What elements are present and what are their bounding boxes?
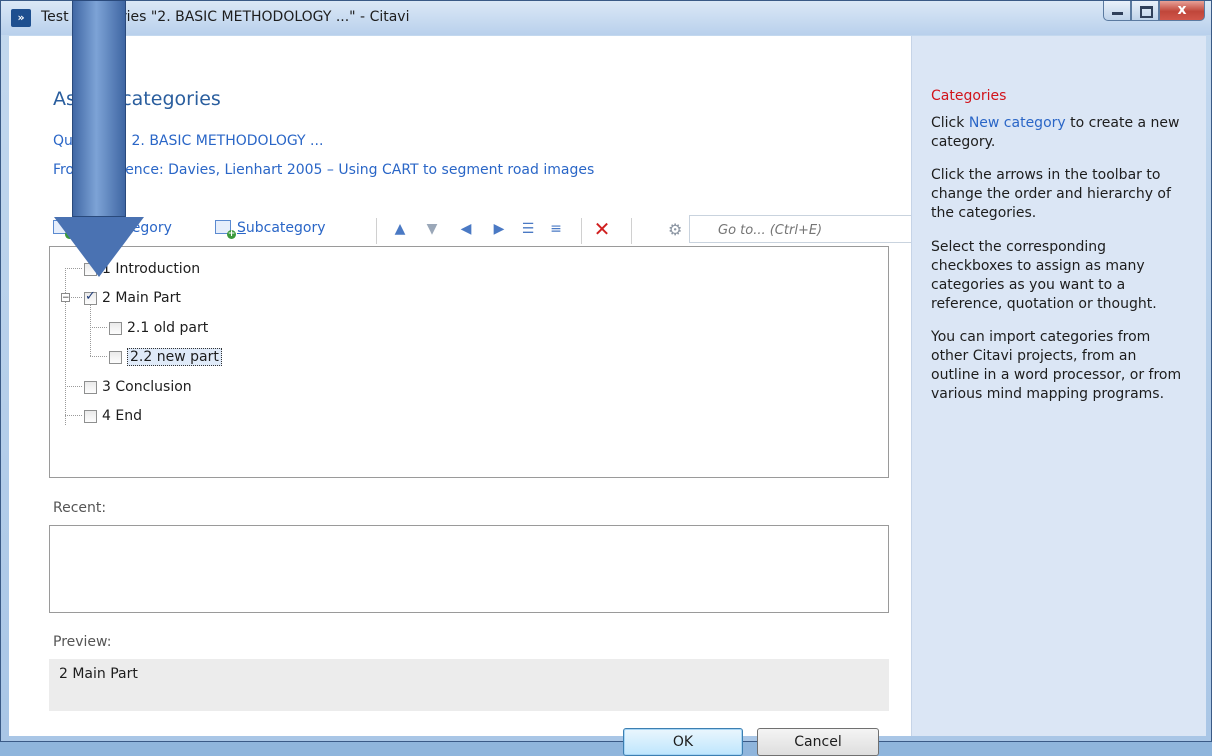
goto-input[interactable] bbox=[716, 217, 920, 243]
recent-label: Recent: bbox=[53, 500, 107, 516]
close-button[interactable]: x bbox=[1159, 1, 1205, 21]
tree-item-checkbox[interactable] bbox=[109, 321, 122, 335]
help-new-category-link[interactable]: New category bbox=[969, 115, 1066, 131]
tree-item-end[interactable]: 4 End bbox=[84, 405, 142, 427]
help-paragraph-new-category: Click New category to create a new categ… bbox=[931, 114, 1186, 152]
toolbar-separator bbox=[581, 218, 582, 244]
tree-connector bbox=[90, 305, 91, 356]
annotation-arrow-shaft bbox=[72, 0, 126, 217]
reference-link[interactable]: From reference: Davies, Lienhart 2005 – … bbox=[53, 162, 594, 178]
toolbar-separator bbox=[376, 218, 377, 244]
annotation-arrow-head bbox=[54, 217, 144, 277]
recent-list[interactable] bbox=[49, 525, 889, 613]
help-panel: Categories Click New category to create … bbox=[911, 36, 1206, 736]
tree-item-label: 2 Main Part bbox=[102, 290, 181, 306]
cancel-button[interactable]: Cancel bbox=[757, 728, 879, 756]
category-tree[interactable]: − 1 Introduction 2 Main Part 2.1 old par… bbox=[49, 246, 889, 478]
collapse-all-icon[interactable]: ≡ bbox=[547, 220, 565, 238]
toolbar-separator bbox=[631, 218, 632, 244]
tree-connector bbox=[65, 268, 66, 425]
minimize-icon bbox=[1112, 12, 1123, 15]
tree-item-checkbox[interactable] bbox=[84, 380, 97, 394]
collapse-toggle[interactable]: − bbox=[61, 293, 70, 303]
delete-icon[interactable]: ✕ bbox=[593, 219, 611, 239]
subcategory-label: ubcategory bbox=[245, 220, 326, 236]
tree-item-label: 4 End bbox=[102, 408, 142, 424]
move-right-icon[interactable]: ▶ bbox=[490, 220, 508, 238]
title-bar[interactable]: » Test categories "2. BASIC METHODOLOGY … bbox=[1, 1, 1211, 35]
preview-box: 2 Main Part bbox=[49, 659, 889, 711]
subcategory-button[interactable]: Subcategory bbox=[215, 220, 326, 239]
help-paragraph-arrows: Click the arrows in the toolbar to chang… bbox=[931, 167, 1171, 221]
help-text: Click bbox=[931, 115, 969, 131]
maximize-icon bbox=[1140, 6, 1153, 18]
preview-text: 2 Main Part bbox=[59, 666, 138, 682]
expand-all-icon[interactable]: ☰ bbox=[519, 220, 537, 238]
tree-connector bbox=[90, 327, 107, 328]
subcategory-icon bbox=[215, 220, 236, 239]
move-down-icon[interactable]: ▼ bbox=[423, 220, 441, 238]
tree-item-checkbox[interactable] bbox=[109, 350, 122, 364]
tree-item-old-part[interactable]: 2.1 old part bbox=[109, 317, 208, 339]
move-left-icon[interactable]: ◀ bbox=[457, 220, 475, 238]
help-title: Categories bbox=[931, 88, 1007, 104]
settings-icon[interactable]: ⚙ bbox=[668, 220, 682, 239]
maximize-button[interactable] bbox=[1131, 1, 1159, 21]
tree-item-conclusion[interactable]: 3 Conclusion bbox=[84, 376, 192, 398]
tree-connector bbox=[65, 415, 82, 416]
dialog-content: Assign categories Quotation: 2. BASIC ME… bbox=[9, 36, 929, 756]
tree-item-checkbox[interactable] bbox=[84, 289, 97, 305]
minimize-button[interactable] bbox=[1103, 1, 1131, 21]
tree-item-label: 2.2 new part bbox=[127, 348, 222, 366]
help-paragraph-import: You can import categories from other Cit… bbox=[931, 329, 1182, 402]
tree-connector bbox=[90, 356, 107, 357]
ok-button[interactable]: OK bbox=[623, 728, 743, 756]
preview-label: Preview: bbox=[53, 634, 112, 650]
subcategory-accelerator: S bbox=[237, 220, 246, 236]
tree-item-checkbox[interactable] bbox=[84, 409, 97, 423]
tree-item-label: 3 Conclusion bbox=[102, 379, 192, 395]
citavi-app-icon[interactable]: » bbox=[11, 9, 31, 27]
move-up-icon[interactable]: ▲ bbox=[391, 220, 409, 238]
goto-search-field[interactable]: ⚙ bbox=[668, 215, 929, 243]
help-paragraph-checkboxes: Select the corresponding checkboxes to a… bbox=[931, 239, 1157, 312]
tree-item-label: 2.1 old part bbox=[127, 320, 209, 336]
tree-connector bbox=[65, 386, 82, 387]
tree-item-new-part[interactable]: 2.2 new part bbox=[109, 346, 222, 368]
caption-buttons: x bbox=[1103, 1, 1205, 23]
category-toolbar: New category Subcategory ▲ ▼ ◀ ▶ ☰ ≡ ✕ ⚙ bbox=[53, 214, 929, 246]
dialog-window: » Test categories "2. BASIC METHODOLOGY … bbox=[0, 0, 1212, 756]
tree-item-main-part[interactable]: 2 Main Part bbox=[84, 287, 181, 309]
